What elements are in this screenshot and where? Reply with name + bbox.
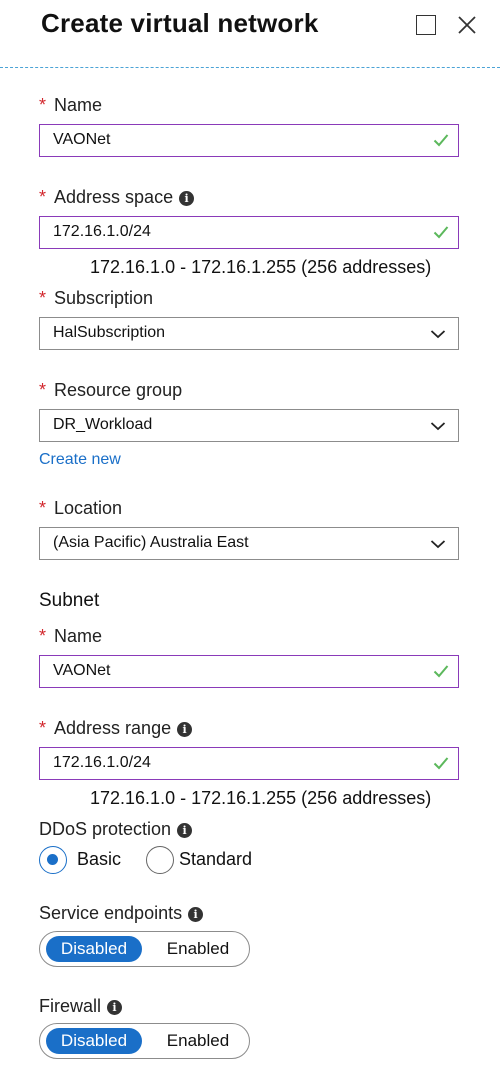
address-range-hint: 172.16.1.0 - 172.16.1.255 (256 addresses…: [90, 788, 432, 808]
firewall-enabled-option[interactable]: Enabled: [158, 1028, 238, 1054]
firewall-toggle[interactable]: Disabled Enabled: [39, 1023, 250, 1059]
service-endpoints-enabled-option[interactable]: Enabled: [158, 936, 238, 962]
resource-group-select[interactable]: DR_Workload: [39, 409, 459, 442]
blade-header: Create virtual network: [0, 0, 500, 70]
ddos-label: DDoS protection i: [39, 819, 193, 840]
chevron-down-icon: [430, 540, 446, 549]
maximize-icon[interactable]: [416, 15, 436, 35]
location-select[interactable]: (Asia Pacific) Australia East: [39, 527, 459, 560]
service-endpoints-label: Service endpoints i: [39, 903, 204, 924]
ddos-basic-label[interactable]: Basic: [77, 849, 121, 870]
ddos-radio-group: Basic Standard: [39, 846, 279, 876]
page-title: Create virtual network: [41, 8, 319, 38]
header-divider: [0, 67, 500, 68]
ddos-standard-label[interactable]: Standard: [179, 849, 252, 870]
vnet-name-input[interactable]: VAONet: [39, 124, 459, 157]
subnet-heading: Subnet: [39, 590, 100, 611]
close-icon[interactable]: [453, 11, 481, 39]
firewall-disabled-option[interactable]: Disabled: [46, 1028, 142, 1054]
checkmark-icon: [433, 134, 449, 147]
info-icon[interactable]: i: [177, 822, 193, 838]
name-label: * Name: [39, 95, 103, 115]
chevron-down-icon: [430, 330, 446, 339]
ddos-basic-radio[interactable]: [39, 846, 67, 874]
address-range-input[interactable]: 172.16.1.0/24: [39, 747, 459, 780]
subnet-name-input[interactable]: VAONet: [39, 655, 459, 688]
checkmark-icon: [433, 226, 449, 239]
subscription-label: * Subscription: [39, 288, 154, 308]
checkmark-icon: [433, 665, 449, 678]
subscription-select[interactable]: HalSubscription: [39, 317, 459, 350]
create-new-link[interactable]: Create new: [39, 451, 121, 469]
address-space-input[interactable]: 172.16.1.0/24: [39, 216, 459, 249]
subnet-name-label: * Name: [39, 626, 103, 646]
checkmark-icon: [433, 757, 449, 770]
chevron-down-icon: [430, 422, 446, 431]
info-icon[interactable]: i: [179, 190, 195, 206]
info-icon[interactable]: i: [177, 721, 193, 737]
service-endpoints-disabled-option[interactable]: Disabled: [46, 936, 142, 962]
location-label: * Location: [39, 498, 123, 518]
service-endpoints-toggle[interactable]: Disabled Enabled: [39, 931, 250, 967]
address-range-label: * Address range i: [39, 718, 193, 739]
address-space-hint: 172.16.1.0 - 172.16.1.255 (256 addresses…: [90, 257, 432, 277]
ddos-standard-radio[interactable]: [146, 846, 174, 874]
info-icon[interactable]: i: [188, 906, 204, 922]
resource-group-label: * Resource group: [39, 380, 183, 400]
address-space-label: * Address space i: [39, 187, 195, 208]
info-icon[interactable]: i: [107, 999, 123, 1015]
firewall-label: Firewall i: [39, 996, 123, 1017]
